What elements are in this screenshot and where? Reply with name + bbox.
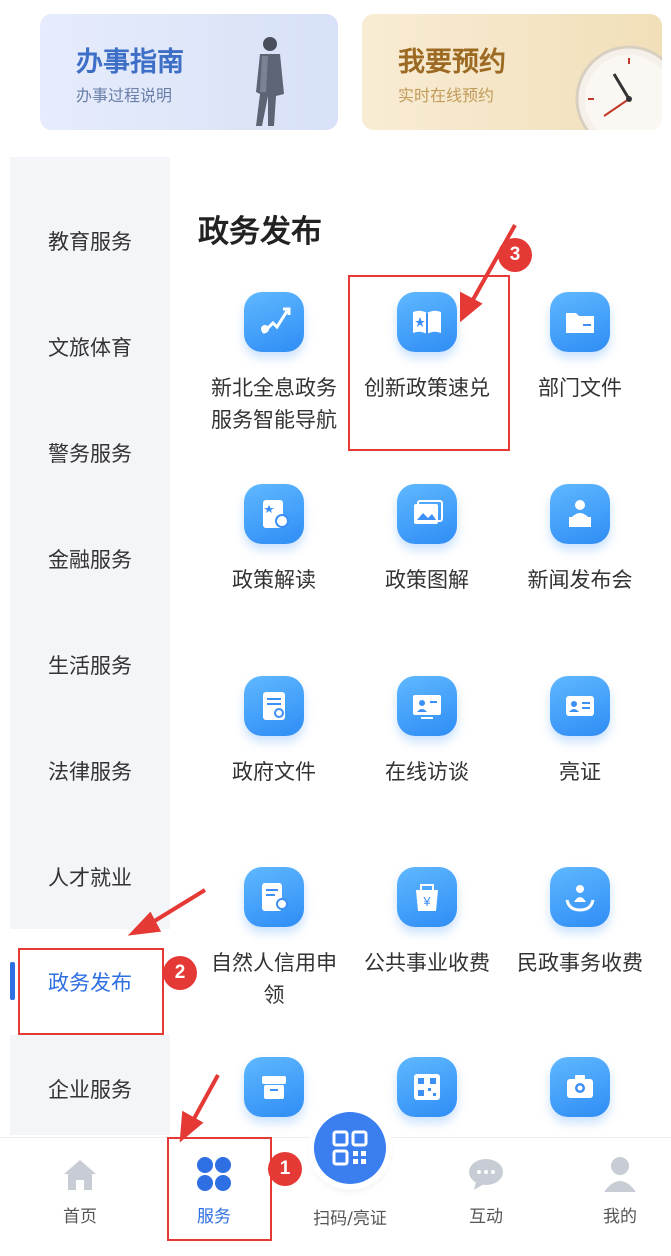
- annotation-badge-2: 2: [163, 956, 197, 990]
- annotation-arrows: [127, 224, 517, 1143]
- annotation-badge-1: 1: [268, 1152, 302, 1186]
- annotation-arrow-2: [146, 888, 207, 927]
- annotation-arrow-3-head: [460, 291, 483, 323]
- annotation-arrow-1-head: [179, 1110, 204, 1143]
- annotation-arrow-2-head: [127, 911, 162, 936]
- annotation-badge-3: 3: [498, 238, 532, 272]
